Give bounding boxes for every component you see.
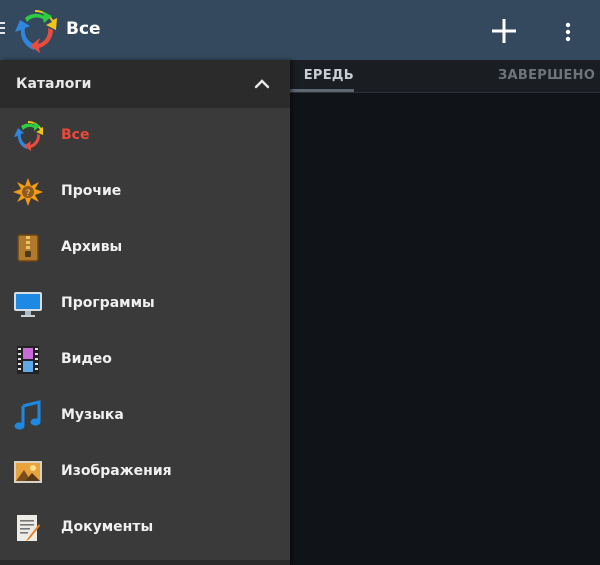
catalogs-header[interactable]: Каталоги — [0, 60, 290, 108]
images-icon — [14, 461, 42, 483]
category-label: Музыка — [61, 407, 124, 423]
category-programs[interactable]: Программы — [0, 276, 290, 332]
video-icon — [17, 346, 39, 374]
navigation-drawer: Каталоги Все ? Прочие Архивы Программы В… — [0, 60, 290, 565]
tab-completed[interactable]: ЗАВЕРШЕНО — [498, 68, 595, 83]
music-icon — [14, 400, 41, 430]
catalogs-label: Каталоги — [16, 76, 92, 92]
archive-icon — [17, 234, 39, 262]
app-bar: Все — [0, 0, 600, 60]
category-music[interactable]: Музыка — [0, 388, 290, 444]
category-label: Прочие — [61, 183, 122, 199]
hamburger-icon[interactable] — [0, 22, 6, 38]
category-label: Все — [61, 127, 90, 143]
category-images[interactable]: Изображения — [0, 444, 290, 500]
category-label: Архивы — [61, 239, 123, 255]
add-button[interactable] — [488, 15, 520, 47]
all-icon — [14, 120, 43, 151]
category-label: Видео — [61, 351, 112, 367]
chevron-up-icon[interactable] — [254, 78, 270, 90]
svg-text:?: ? — [26, 189, 31, 199]
more-vert-icon[interactable] — [556, 18, 580, 46]
documents-icon — [17, 515, 40, 541]
category-video[interactable]: Видео — [0, 332, 290, 388]
other-icon: ? — [13, 178, 43, 206]
app-logo-icon — [15, 9, 57, 53]
category-label: Изображения — [61, 463, 172, 479]
programs-icon — [14, 292, 42, 317]
tabs-divider — [290, 92, 600, 93]
category-all[interactable]: Все — [0, 108, 290, 164]
drawer-bottom-divider — [0, 560, 290, 565]
category-archives[interactable]: Архивы — [0, 220, 290, 276]
page-title: Все — [66, 19, 101, 39]
category-documents[interactable]: Документы — [0, 500, 290, 556]
category-other[interactable]: ? Прочие — [0, 164, 290, 220]
category-label: Программы — [61, 295, 155, 311]
category-label: Документы — [61, 519, 154, 535]
